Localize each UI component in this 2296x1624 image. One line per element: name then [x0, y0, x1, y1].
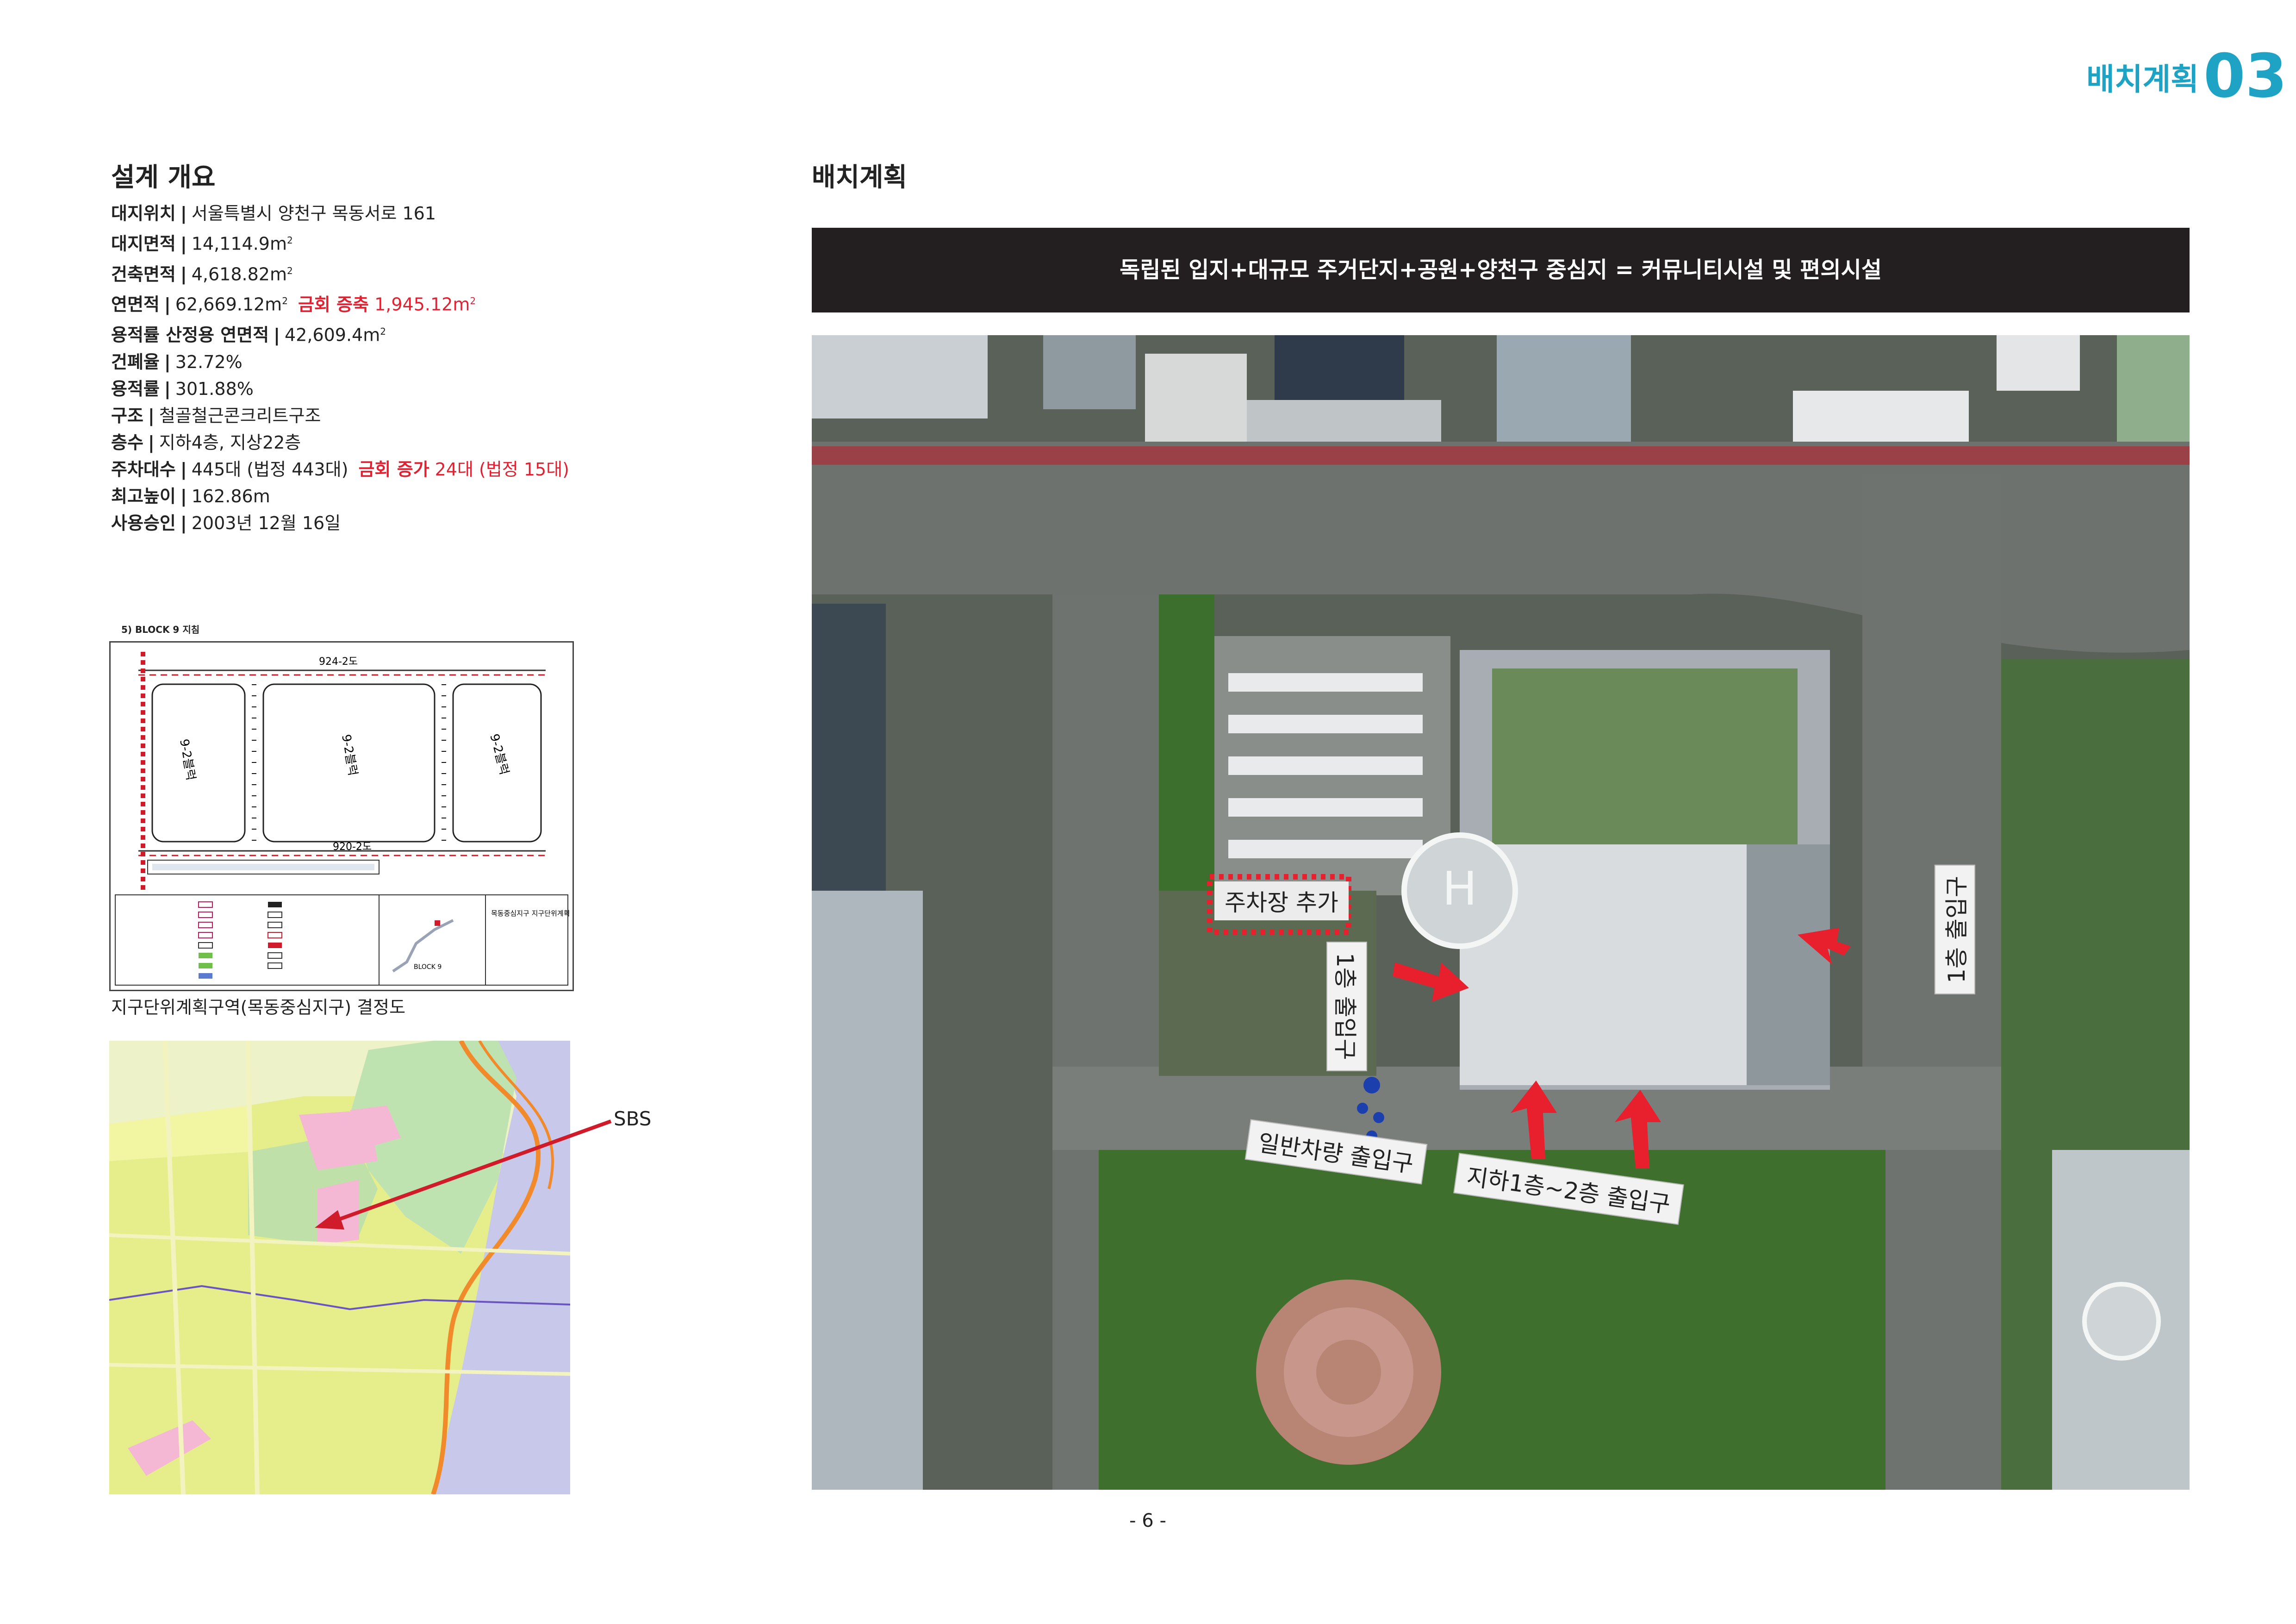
spec-label: 사용승인 — [111, 512, 176, 533]
concept-banner-text: 독립된 입지+대규모 주거단지+공원+양천구 중심지 = 커뮤니티시설 및 편의… — [1120, 257, 1882, 283]
spec-value: 4,618.82m — [191, 264, 287, 285]
district-plan-map: 9-2블럭 9-2블럭 9-2블럭 924-2도 920-2도 목동중심지구 지… — [109, 641, 574, 991]
legend-title: 목동중심지구 지구단위계획 — [491, 909, 570, 918]
spec-value: 301.88% — [175, 378, 254, 399]
spec-value: 162.86m — [191, 486, 270, 506]
spec-label: 최고높이 — [111, 486, 176, 506]
section-number: 03 — [2203, 41, 2287, 111]
spec-row-max-height: 최고높이 | 162.86m — [111, 486, 270, 506]
label-entrance-1f-right: 1층 출입구 — [1934, 865, 1975, 994]
location-map-drawing — [109, 1041, 570, 1494]
site-plan-title: 배치계획 — [812, 162, 908, 193]
spec-label: 용적률 산정용 연면적 — [111, 325, 269, 345]
sbs-label: SBS — [614, 1107, 652, 1130]
spec-row-far-floor-area: 용적률 산정용 연면적 | 42,609.4m2 — [111, 325, 386, 345]
spec-row-approval: 사용승인 | 2003년 12월 16일 — [111, 512, 341, 533]
spec-value: 철골철근콘크리트구조 — [159, 405, 321, 426]
spec-label: 용적률 — [111, 378, 160, 399]
spec-sup: 2 — [286, 235, 293, 246]
spec-row-building-area: 건축면적 | 4,618.82m2 — [111, 264, 293, 285]
spec-row-coverage: 건폐율 | 32.72% — [111, 351, 243, 372]
map1-caption: 지구단위계획구역(목동중심지구) 결정도 — [111, 997, 406, 1018]
aerial-site-photo: H 주차장 추가 1층 출입구 1층 출입구 일반차량 출입구 지하1층~2층 … — [812, 335, 2190, 1490]
spec-extra-value: 24대 (법정 15대) — [435, 459, 569, 480]
overview-title: 설계 개요 — [111, 162, 216, 193]
spec-value: 32.72% — [175, 351, 243, 372]
spec-label: 건폐율 — [111, 351, 160, 372]
district-plan-drawing: 9-2블럭 9-2블럭 9-2블럭 924-2도 920-2도 목동중심지구 지… — [111, 643, 572, 990]
spec-sup: 2 — [380, 325, 386, 337]
spec-value: 445대 (법정 443대) — [191, 459, 348, 480]
spec-sup: 2 — [282, 295, 288, 307]
spec-row-parking: 주차대수 | 445대 (법정 443대) 금회 증가 24대 (법정 15대) — [111, 459, 569, 480]
spec-extra-value: 1,945.12m — [374, 294, 470, 315]
map1-title: 5) BLOCK 9 지침 — [121, 624, 200, 635]
label-entrance-1f-left: 1층 출입구 — [1326, 942, 1367, 1071]
spec-sup: 2 — [286, 265, 293, 276]
spec-value: 지하4층, 지상22층 — [159, 432, 301, 453]
spec-row-site-location: 대지위치 | 서울특별시 양천구 목동서로 161 — [111, 203, 436, 224]
concept-banner: 독립된 입지+대규모 주거단지+공원+양천구 중심지 = 커뮤니티시설 및 편의… — [812, 228, 2190, 312]
spec-label: 주차대수 — [111, 459, 176, 480]
legend-block-label: BLOCK 9 — [414, 963, 442, 971]
spec-label: 대지위치 — [111, 203, 176, 224]
spec-label: 대지면적 — [111, 233, 176, 254]
spec-row-structure: 구조 | 철골철근콘크리트구조 — [111, 405, 321, 426]
spec-label: 구조 — [111, 405, 143, 426]
page-number: - 6 - — [1129, 1510, 1166, 1531]
spec-label: 건축면적 — [111, 264, 176, 285]
location-map — [109, 1041, 570, 1494]
spec-value: 42,609.4m — [285, 325, 380, 345]
spec-row-gross-floor-area: 연면적 | 62,669.12m2 금회 증축 1,945.12m2 — [111, 294, 476, 315]
spec-label: 연면적 — [111, 294, 160, 315]
spec-extra-label: 금회 증축 — [298, 294, 369, 315]
spec-extra-sup: 2 — [470, 295, 476, 307]
spec-extra-label: 금회 증가 — [358, 459, 429, 480]
spec-value: 62,669.12m — [175, 294, 282, 315]
svg-text:H: H — [1442, 862, 1477, 916]
road-label-top: 924-2도 — [319, 656, 358, 668]
section-title: 배치계획 — [2086, 62, 2199, 97]
spec-value: 14,114.9m — [191, 233, 287, 254]
spec-row-floors: 층수 | 지하4층, 지상22층 — [111, 432, 301, 453]
aerial-photo-drawing: H — [812, 335, 2190, 1490]
overview-spec-list: 대지위치 | 서울특별시 양천구 목동서로 161 대지면적 | 14,114.9m2 … — [111, 200, 569, 537]
label-parking-add: 주차장 추가 — [1214, 881, 1349, 920]
spec-row-site-area: 대지면적 | 14,114.9m2 — [111, 233, 293, 254]
spec-label: 층수 — [111, 432, 143, 453]
road-label-bottom: 920-2도 — [333, 841, 372, 853]
spec-value: 2003년 12월 16일 — [191, 512, 341, 533]
spec-row-far: 용적률 | 301.88% — [111, 378, 254, 399]
spec-value: 서울특별시 양천구 목동서로 161 — [191, 203, 436, 224]
